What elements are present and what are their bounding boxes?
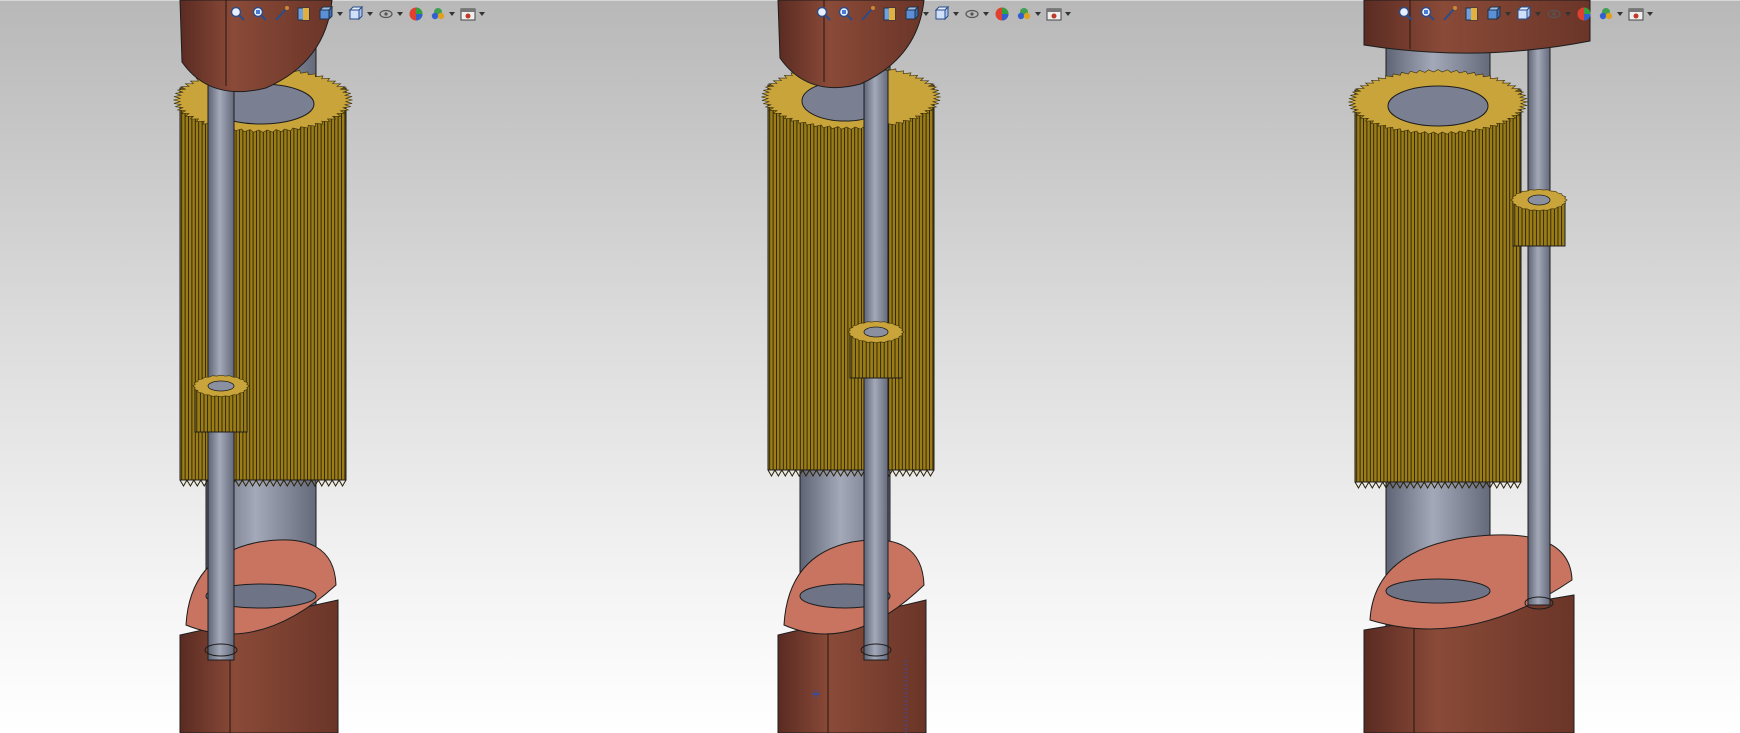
chevron-down-icon (1065, 12, 1071, 16)
heads-up-view-toolbar (1396, 2, 1654, 26)
hide-show-items-icon (1547, 9, 1561, 19)
zoom-to-fit-button[interactable] (814, 3, 834, 25)
section-view-button[interactable] (1462, 3, 1482, 25)
chevron-down-icon (953, 12, 959, 16)
apply-scene-button[interactable] (428, 3, 456, 25)
zoom-to-area-button[interactable] (250, 3, 270, 25)
view-orientation-button[interactable] (316, 3, 344, 25)
chevron-down-icon (337, 12, 343, 16)
zoom-to-area-icon (1420, 6, 1435, 21)
previous-view-icon (275, 6, 289, 21)
planet-gear[interactable] (1510, 188, 1568, 247)
previous-view-button[interactable] (1440, 3, 1460, 25)
hide-show-items-button[interactable] (1544, 3, 1572, 25)
cad-model-view-middle[interactable] (586, 0, 1172, 733)
section-view-icon (297, 7, 310, 21)
heads-up-view-toolbar (228, 2, 486, 26)
edit-appearance-icon (409, 7, 423, 21)
zoom-to-area-button[interactable] (836, 3, 856, 25)
chevron-down-icon (1035, 12, 1041, 16)
heads-up-view-toolbar (814, 2, 1072, 26)
zoom-to-fit-button[interactable] (1396, 3, 1416, 25)
display-style-button[interactable] (932, 3, 960, 25)
edit-appearance-button[interactable] (406, 3, 426, 25)
cad-model-view-left[interactable] (0, 0, 586, 733)
chevron-down-icon (397, 12, 403, 16)
apply-scene-icon (1017, 8, 1031, 20)
view-orientation-icon (1486, 5, 1502, 21)
chevron-down-icon (1535, 12, 1541, 16)
apply-scene-button[interactable] (1596, 3, 1624, 25)
view-orientation-button[interactable] (1484, 3, 1512, 25)
previous-view-icon (861, 6, 875, 21)
edit-appearance-button[interactable] (992, 3, 1012, 25)
display-style-icon (348, 5, 364, 21)
planet-gear[interactable] (192, 374, 250, 433)
view-orientation-icon (904, 5, 920, 21)
previous-view-button[interactable] (272, 3, 292, 25)
graphics-viewport-middle[interactable] (586, 0, 1172, 733)
section-view-icon (1465, 7, 1478, 21)
cad-model-view-right[interactable] (1172, 0, 1740, 733)
apply-scene-icon (431, 8, 445, 20)
hide-show-items-icon (965, 9, 979, 19)
zoom-to-fit-icon (1398, 6, 1413, 21)
apply-scene-button[interactable] (1014, 3, 1042, 25)
display-style-icon (934, 5, 950, 21)
hide-show-items-icon (379, 9, 393, 19)
chevron-down-icon (1505, 12, 1511, 16)
display-style-button[interactable] (346, 3, 374, 25)
chevron-down-icon (1647, 12, 1653, 16)
lower-housing[interactable] (179, 539, 339, 733)
view-settings-icon (1628, 8, 1644, 21)
edit-appearance-button[interactable] (1574, 3, 1594, 25)
view-settings-button[interactable] (1626, 3, 1654, 25)
view-settings-button[interactable] (458, 3, 486, 25)
graphics-viewport-left[interactable] (0, 0, 586, 733)
chevron-down-icon (449, 12, 455, 16)
section-view-button[interactable] (294, 3, 314, 25)
zoom-to-area-icon (252, 6, 267, 21)
chevron-down-icon (983, 12, 989, 16)
zoom-to-fit-button[interactable] (228, 3, 248, 25)
zoom-to-area-icon (838, 6, 853, 21)
previous-view-button[interactable] (858, 3, 878, 25)
ring-gear[interactable] (761, 64, 941, 478)
edit-appearance-icon (995, 7, 1009, 21)
planet-shaft[interactable] (207, 69, 235, 661)
planet-shaft[interactable] (1527, 44, 1551, 606)
view-settings-icon (1046, 8, 1062, 21)
chevron-down-icon (923, 12, 929, 16)
hide-show-items-button[interactable] (376, 3, 404, 25)
hide-show-items-button[interactable] (962, 3, 990, 25)
section-view-button[interactable] (880, 3, 900, 25)
chevron-down-icon (1565, 12, 1571, 16)
view-settings-button[interactable] (1044, 3, 1072, 25)
apply-scene-icon (1599, 8, 1613, 20)
section-view-icon (883, 7, 896, 21)
chevron-down-icon (367, 12, 373, 16)
edit-appearance-icon (1577, 7, 1591, 21)
display-style-button[interactable] (1514, 3, 1542, 25)
chevron-down-icon (479, 12, 485, 16)
view-settings-icon (460, 8, 476, 21)
zoom-to-fit-icon (230, 6, 245, 21)
display-style-icon (1516, 5, 1532, 21)
chevron-down-icon (1617, 12, 1623, 16)
view-orientation-button[interactable] (902, 3, 930, 25)
graphics-viewport-right[interactable] (1172, 0, 1740, 733)
ring-gear[interactable] (1348, 69, 1528, 490)
zoom-to-area-button[interactable] (1418, 3, 1438, 25)
zoom-to-fit-icon (816, 6, 831, 21)
planet-gear[interactable] (847, 320, 905, 379)
previous-view-icon (1443, 6, 1457, 21)
view-orientation-icon (318, 5, 334, 21)
